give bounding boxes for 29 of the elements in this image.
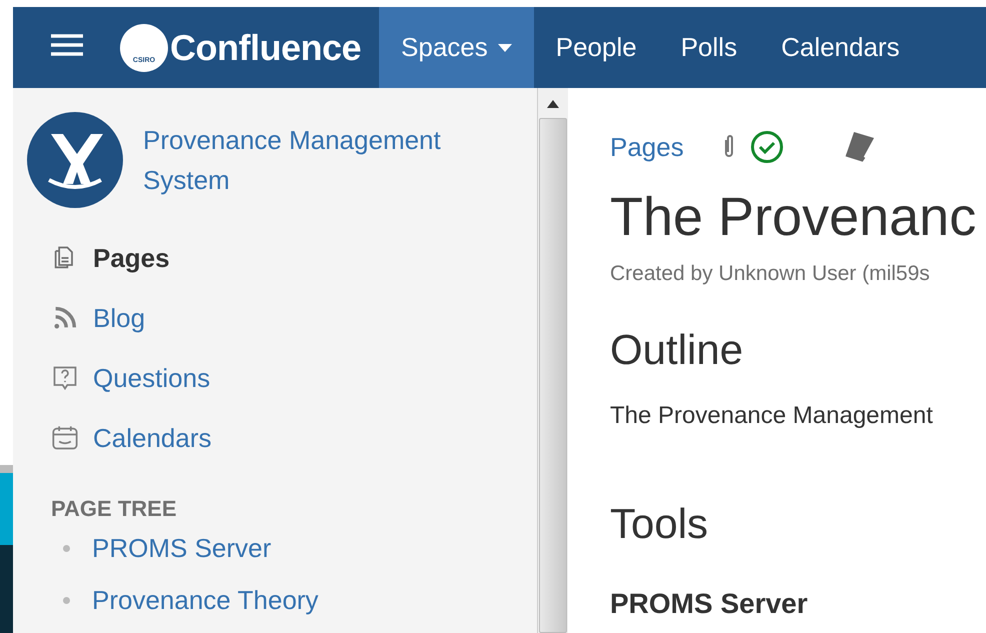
bullet-icon xyxy=(63,596,70,604)
section-heading: Tools xyxy=(610,500,710,548)
sidebar-item[interactable]: Pages xyxy=(27,228,537,288)
byline: Created by Unknown User (mil59s xyxy=(610,262,931,286)
scrollbar[interactable] xyxy=(537,88,568,633)
arrow-up-icon[interactable] xyxy=(547,100,559,108)
sidebar-item[interactable]: Blog xyxy=(27,288,537,348)
sidebar-item[interactable]: Questions xyxy=(27,348,537,408)
section-heading: Outline xyxy=(610,326,744,374)
page-tree-link[interactable]: PROMS Server xyxy=(92,532,272,564)
nav-menu-item[interactable]: Spaces xyxy=(379,7,534,88)
nav-menu-item[interactable]: People xyxy=(534,7,659,88)
check-circle-icon[interactable] xyxy=(750,130,784,164)
question-icon xyxy=(51,364,79,392)
subsection-heading: PROMS Server xyxy=(610,588,809,620)
space-name-link[interactable]: Provenance Management System xyxy=(143,120,483,200)
nav-menu-item[interactable]: Calendars xyxy=(759,7,922,88)
page-tree-link[interactable]: Provenance Theory xyxy=(92,584,318,616)
product-name[interactable]: Confluence xyxy=(170,26,362,68)
nav-menu-item[interactable]: Polls xyxy=(658,7,760,88)
section-title: PAGE TREE xyxy=(51,496,178,522)
bullet-icon xyxy=(63,544,70,552)
space-logo-icon[interactable] xyxy=(27,112,123,208)
sidebar-item[interactable]: Calendars xyxy=(27,408,537,468)
page-title: The Provenanc xyxy=(610,186,978,248)
menu-icon[interactable] xyxy=(49,34,85,56)
paragraph: The Provenance Management xyxy=(610,402,934,430)
calendar-icon xyxy=(51,424,79,452)
breadcrumb-link[interactable]: Pages xyxy=(610,132,684,162)
